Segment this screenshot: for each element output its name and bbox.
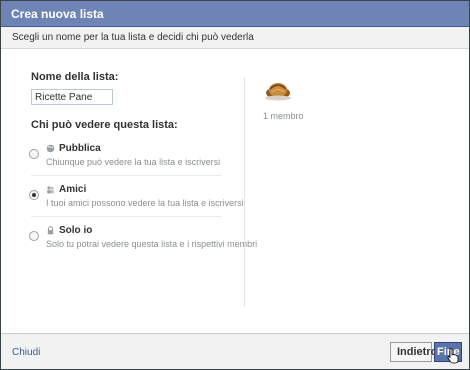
option-title-friends: Amici: [46, 184, 221, 195]
option-title-public: Pubblica: [46, 143, 221, 154]
member-count: 1 membro: [263, 111, 304, 121]
radio-friends[interactable]: [29, 190, 39, 200]
dialog-footer: Chiudi Indietro Fine: [1, 333, 469, 369]
create-list-dialog: Crea nuova lista Scegli un nome per la t…: [0, 0, 470, 370]
option-label-only-me: Solo io: [59, 225, 93, 236]
hand-cursor-icon: [447, 348, 459, 364]
list-name-label: Nome della lista:: [31, 71, 119, 83]
visibility-option-public[interactable]: Pubblica Chiunque può vedere la tua list…: [29, 135, 221, 176]
option-desc-friends: I tuoi amici possono vedere la tua lista…: [46, 198, 244, 208]
visibility-option-only-me[interactable]: Solo io Solo tu potrai vedere questa lis…: [29, 217, 258, 257]
members-panel: 1 membro: [263, 79, 383, 121]
close-link[interactable]: Chiudi: [12, 347, 40, 358]
option-label-friends: Amici: [59, 184, 87, 195]
friends-icon: [46, 185, 55, 194]
visibility-options: Pubblica Chiunque può vedere la tua list…: [29, 135, 258, 257]
option-desc-only-me: Solo tu potrai vedere questa lista e i r…: [46, 239, 258, 249]
globe-icon: [46, 144, 55, 153]
option-desc-public: Chiunque può vedere la tua lista e iscri…: [46, 157, 221, 167]
visibility-option-friends[interactable]: Amici I tuoi amici possono vedere la tua…: [29, 176, 244, 217]
radio-only-me[interactable]: [29, 231, 39, 241]
visibility-label: Chi può vedere questa lista:: [31, 119, 178, 131]
dialog-overlay: Crea nuova lista Scegli un nome per la t…: [0, 0, 470, 370]
radio-public[interactable]: [29, 149, 39, 159]
dialog-subtitle: Scegli un nome per la tua lista e decidi…: [1, 27, 469, 49]
dialog-body: Nome della lista: Chi può vedere questa …: [1, 49, 469, 333]
option-label-public: Pubblica: [59, 143, 101, 154]
lock-icon: [46, 226, 55, 235]
back-button[interactable]: Indietro: [390, 342, 437, 362]
dialog-title: Crea nuova lista: [1, 1, 469, 27]
option-title-only-me: Solo io: [46, 225, 221, 236]
list-settings-form: Nome della lista: Chi può vedere questa …: [29, 71, 258, 257]
member-avatar[interactable]: [263, 79, 293, 101]
list-name-input[interactable]: [31, 89, 113, 105]
column-divider: [244, 77, 245, 307]
